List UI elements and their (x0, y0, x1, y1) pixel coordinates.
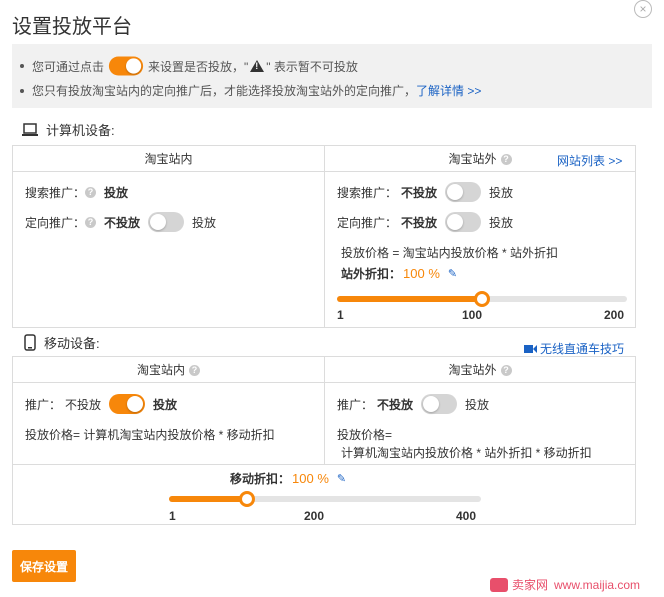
close-icon[interactable]: × (634, 0, 652, 18)
mobile-inside-promo-row: 推广： 不投放 投放 (25, 394, 185, 414)
video-camera-icon (524, 344, 537, 353)
help-icon[interactable]: ? (85, 216, 97, 228)
warning-icon (250, 60, 265, 72)
notice-panel: 您可通过点击 来设置是否投放，" " 表示暂不可投放 您只有投放淘宝站内的定向推… (12, 44, 652, 108)
computer-inside-search-row: 搜索推广： ? 投放 (25, 186, 129, 200)
computer-heading-label: 计算机设备: (46, 123, 115, 138)
computer-outside-formula: 投放价格 = 淘宝站内投放价格 * 站外折扣 (341, 246, 559, 260)
learn-more-link[interactable]: 了解详情 >> (416, 82, 481, 99)
computer-outside-target-row: 定向推广： 不投放 投放 (337, 212, 521, 232)
slider-tick-max: 200 (604, 308, 625, 322)
maijia-logo-icon (490, 577, 508, 592)
notice-line-2: 您只有投放淘宝站内的定向推广后，才能选择投放淘宝站外的定向推广， 了解详情 >> (20, 82, 481, 99)
slider-tick-min: 1 (337, 308, 344, 322)
computer-inside-target-row: 定向推广： ? 不投放 投放 (25, 212, 224, 232)
mobile-outside-formula-line1: 投放价格= (337, 428, 393, 442)
slider-tick-mid: 200 (304, 509, 325, 523)
help-icon[interactable]: ? (500, 365, 512, 377)
help-icon[interactable]: ? (500, 154, 512, 166)
mobile-outside-formula-line2: 计算机淘宝站内投放价格 * 站外折扣 * 移动折扣 (341, 446, 592, 460)
notice-line-1-suffix: " 表示暂不可投放 (266, 59, 358, 74)
computer-inside-target-toggle[interactable] (148, 212, 185, 232)
watermark: 卖家网 www.maijia.com (490, 576, 640, 593)
computer-section-heading: 计算机设备: (22, 120, 115, 139)
help-icon[interactable]: ? (189, 365, 200, 377)
computer-inside-header: 淘宝站内 (13, 146, 324, 172)
slider-tick-min: 1 (169, 509, 176, 523)
laptop-icon (22, 122, 38, 136)
computer-outside-search-toggle[interactable] (445, 182, 482, 202)
save-settings-button[interactable]: 保存设置 (12, 550, 76, 582)
mobile-inside-formula: 投放价格= 计算机淘宝站内投放价格 * 移动折扣 (25, 428, 275, 442)
slider-tick-max: 400 (456, 509, 477, 523)
slider-thumb[interactable] (474, 291, 490, 307)
computer-outside-discount-slider[interactable] (337, 291, 627, 307)
video-tips-link-wrap[interactable]: 无线直通车技巧 (524, 340, 624, 357)
computer-inside-search-status: 投放 (104, 186, 129, 200)
slider-fill (337, 296, 482, 302)
notice-line-1: 您可通过点击 来设置是否投放，" " 表示暂不可投放 (20, 56, 358, 76)
mobile-heading-label: 移动设备: (44, 336, 100, 351)
slider-fill (169, 496, 247, 502)
edit-pencil-icon[interactable]: ✎ (337, 472, 346, 485)
mobile-discount-slider[interactable] (169, 491, 481, 507)
computer-outside-discount-row: 站外折扣： 100 % ✎ (341, 266, 458, 281)
video-tips-link[interactable]: 无线直通车技巧 (540, 340, 624, 357)
mobile-outside-promo-toggle[interactable] (421, 394, 458, 414)
notice-line-1-mid: 来设置是否投放，" (148, 59, 249, 74)
mobile-discount-value: 100 % (292, 471, 329, 486)
sample-toggle (108, 56, 144, 76)
phone-icon (24, 334, 36, 351)
slider-tick-mid: 100 (462, 308, 483, 322)
notice-line-2-text: 您只有投放淘宝站内的定向推广后，才能选择投放淘宝站外的定向推广， (32, 84, 417, 98)
mobile-outside-header: 淘宝站外? (325, 357, 635, 383)
computer-outside-search-row: 搜索推广： 不投放 投放 (337, 182, 521, 202)
mobile-discount-row: 移动折扣： 100 % ✎ (230, 471, 347, 486)
dialog-title: 设置投放平台 (12, 16, 132, 38)
computer-outside-target-toggle[interactable] (445, 212, 482, 232)
mobile-outside-promo-row: 推广： 不投放 投放 (337, 394, 497, 414)
mobile-inside-header: 淘宝站内? (13, 357, 324, 383)
computer-outside-discount-value: 100 % (403, 266, 440, 281)
edit-pencil-icon[interactable]: ✎ (448, 267, 457, 280)
site-list-link[interactable]: 网站列表 >> (557, 152, 622, 169)
slider-thumb[interactable] (239, 491, 255, 507)
notice-line-1-prefix: 您可通过点击 (32, 59, 105, 74)
help-icon[interactable]: ? (85, 187, 97, 198)
mobile-inside-promo-toggle[interactable] (109, 394, 146, 414)
mobile-section-heading: 移动设备: (24, 333, 100, 352)
